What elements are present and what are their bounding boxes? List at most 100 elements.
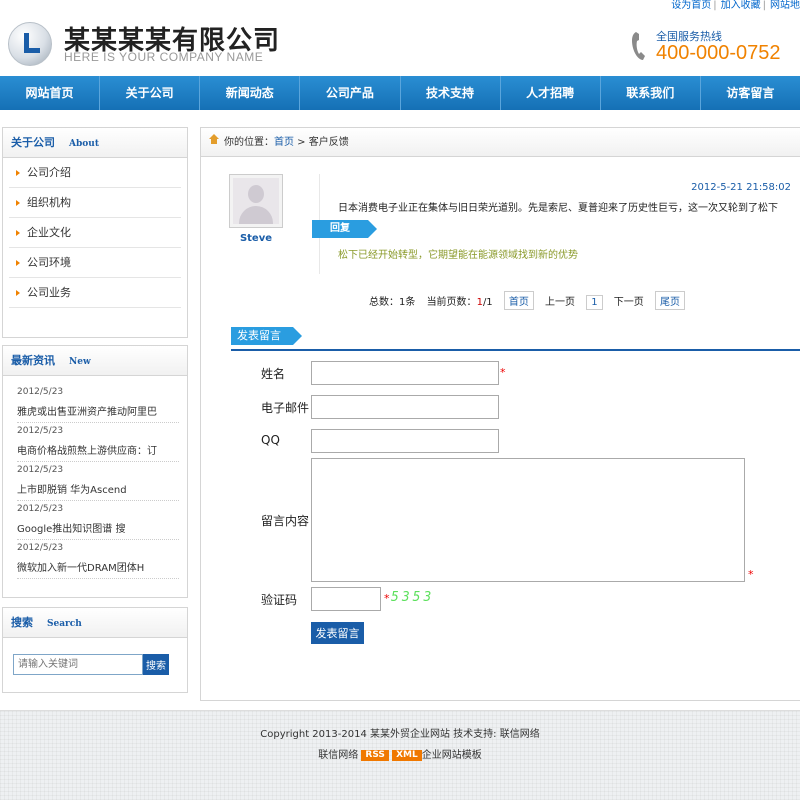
sidebar-about-title-en: About: [69, 139, 99, 149]
guestbook-message: Steve 2012-5-21 21:58:02 日本消费电子业正在集体与旧日荣…: [229, 174, 799, 284]
sidebar-about-box: 关于公司 About 公司介绍 组织机构 企业文化 公司环境 公司业务: [2, 127, 188, 338]
logo-emblem-icon: [8, 22, 52, 66]
sidebar-news-title-en: New: [69, 357, 91, 367]
email-label: 电子邮件: [261, 401, 310, 415]
pager-total: 总数：1条: [369, 297, 416, 308]
reply-text: 松下已经开始转型，它期望能在能源领域找到新的优势: [338, 250, 578, 261]
sidebar-item-intro[interactable]: 公司介绍: [9, 158, 181, 188]
footer-copyright: Copyright 2013-2014 某某外贸企业网站 技术支持: 联信网络: [260, 729, 540, 740]
news-title-link[interactable]: 上市即脱销 华为Ascend: [17, 475, 179, 496]
footer-company-link[interactable]: 联信网络: [318, 750, 358, 761]
news-date: 2012/5/23: [17, 465, 64, 475]
news-title-link[interactable]: 雅虎或出售亚洲资产推动阿里巴: [17, 397, 179, 418]
nav-about[interactable]: 关于公司: [100, 76, 201, 110]
email-field[interactable]: [311, 395, 499, 419]
home-icon: [209, 134, 219, 146]
nav-jobs[interactable]: 人才招聘: [501, 76, 601, 110]
content-required-mark: *: [748, 568, 754, 581]
sidebar-news-box: 最新资讯 New 2012/5/23 雅虎或出售亚洲资产推动阿里巴 2012/5/…: [2, 345, 188, 598]
news-date: 2012/5/23: [17, 543, 64, 553]
nav-guestbook[interactable]: 访客留言: [701, 76, 800, 110]
top-links: 设为首页 | 加入收藏 | 网站地: [671, 0, 800, 11]
pager-current: 当前页数：1/1: [426, 297, 493, 308]
breadcrumb-separator: >: [294, 137, 309, 148]
sidebar-item-environment[interactable]: 公司环境: [9, 248, 181, 278]
message-body: 2012-5-21 21:58:02 日本消费电子业正在集体与旧日荣光道别。先是…: [312, 174, 799, 274]
set-homepage-link[interactable]: 设为首页: [671, 0, 711, 11]
news-date: 2012/5/23: [17, 426, 64, 436]
sidebar-item-business[interactable]: 公司业务: [9, 278, 181, 308]
user-avatar-icon: [233, 178, 279, 224]
captcha-image[interactable]: 5353: [391, 590, 434, 605]
main-nav: 网站首页 关于公司 新闻动态 公司产品 技术支持 人才招聘 联系我们 访客留言: [0, 76, 800, 110]
company-logo[interactable]: 某某某某有限公司 HERE IS YOUR COMPANY NAME: [8, 20, 279, 68]
captcha-label: 验证码: [261, 593, 298, 607]
search-row: 搜索: [3, 638, 187, 692]
sidebar-about-header: 关于公司 About: [3, 128, 187, 158]
news-title-link[interactable]: 微软加入新一代DRAM团体H: [17, 553, 179, 574]
nav-news[interactable]: 新闻动态: [200, 76, 301, 110]
footer-links: 联信网络 RSS XML 企业网站模板: [0, 740, 800, 761]
breadcrumb-home-link[interactable]: 首页: [274, 137, 294, 148]
list-item: 2012/5/23 上市即脱销 华为Ascend: [17, 462, 179, 501]
xml-badge[interactable]: XML: [392, 750, 422, 761]
breadcrumb-current: 客户反馈: [308, 137, 349, 148]
sidebar-news-header: 最新资讯 New: [3, 346, 187, 376]
pager-page-1-button[interactable]: 1: [586, 295, 603, 310]
message-text: 日本消费电子业正在集体与旧日荣光道别。先是索尼、夏普迎来了历史性巨亏，这一次又轮…: [338, 203, 778, 214]
message-author: Steve: [239, 233, 273, 244]
phone-icon: [632, 32, 645, 60]
pagination: 总数：1条 当前页数：1/1 首页 上一页 1 下一页 尾页: [369, 291, 693, 310]
submit-button[interactable]: 发表留言: [311, 622, 364, 644]
news-date: 2012/5/23: [17, 387, 64, 397]
search-button[interactable]: 搜索: [143, 654, 169, 675]
hotline-number: 400-000-0752: [656, 42, 781, 64]
form-divider: [231, 349, 800, 351]
sidebar-news-title: 最新资讯: [11, 354, 55, 367]
sidebar-item-culture[interactable]: 企业文化: [9, 218, 181, 248]
content-textarea[interactable]: [311, 458, 745, 582]
sidebar-item-organization[interactable]: 组织机构: [9, 188, 181, 218]
avatar: [229, 174, 283, 228]
sidebar-about-menu: 公司介绍 组织机构 企业文化 公司环境 公司业务: [3, 158, 187, 308]
list-item: 2012/5/23 微软加入新一代DRAM团体H: [17, 540, 179, 579]
content-label: 留言内容: [261, 514, 310, 528]
pager-last-button[interactable]: 尾页: [654, 291, 685, 310]
footer-template-text: 企业网站模板: [421, 750, 482, 761]
qq-label: QQ: [261, 433, 280, 447]
company-subtitle: HERE IS YOUR COMPANY NAME: [64, 50, 264, 64]
rss-badge[interactable]: RSS: [361, 750, 389, 761]
qq-field[interactable]: [311, 429, 499, 453]
sidebar-search-header: 搜索 Search: [3, 608, 187, 638]
sitemap-link[interactable]: 网站地: [770, 0, 800, 11]
news-title-link[interactable]: Google推出知识图谱 搜: [17, 514, 179, 535]
name-label: 姓名: [261, 367, 286, 381]
name-field[interactable]: [311, 361, 499, 385]
list-item: 2012/5/23 电商价格战煎熬上游供应商：订: [17, 423, 179, 462]
list-item: 2012/5/23 雅虎或出售亚洲资产推动阿里巴: [17, 384, 179, 423]
pager-prev-button[interactable]: 上一页: [545, 297, 575, 308]
pager-next-button[interactable]: 下一页: [614, 297, 644, 308]
news-title-link[interactable]: 电商价格战煎熬上游供应商：订: [17, 436, 179, 457]
sidebar-about-title: 关于公司: [11, 136, 55, 149]
add-favorite-link[interactable]: 加入收藏: [721, 0, 761, 11]
news-date: 2012/5/23: [17, 504, 64, 514]
nav-home[interactable]: 网站首页: [0, 76, 101, 110]
nav-contact[interactable]: 联系我们: [601, 76, 701, 110]
sidebar-search-title: 搜索: [11, 616, 33, 629]
pager-first-button[interactable]: 首页: [503, 291, 534, 310]
list-item: 2012/5/23 Google推出知识图谱 搜: [17, 501, 179, 540]
search-input[interactable]: [13, 654, 143, 675]
sidebar-search-title-en: Search: [47, 619, 82, 629]
breadcrumb-label: 你的位置：: [224, 137, 274, 148]
nav-products[interactable]: 公司产品: [300, 76, 401, 110]
form-title: 发表留言: [231, 327, 302, 345]
footer: Copyright 2013-2014 某某外贸企业网站 技术支持: 联信网络 …: [0, 710, 800, 800]
breadcrumb: 你的位置：首页 > 客户反馈: [201, 128, 800, 157]
service-hotline: 全国服务热线 400-000-0752: [630, 26, 781, 70]
nav-support[interactable]: 技术支持: [401, 76, 501, 110]
news-list: 2012/5/23 雅虎或出售亚洲资产推动阿里巴 2012/5/23 电商价格战…: [3, 376, 187, 583]
captcha-field[interactable]: [311, 587, 381, 611]
name-required-mark: *: [500, 366, 506, 379]
main-content: 你的位置：首页 > 客户反馈 Steve 2012-5-21 21:58:02 …: [200, 127, 800, 701]
